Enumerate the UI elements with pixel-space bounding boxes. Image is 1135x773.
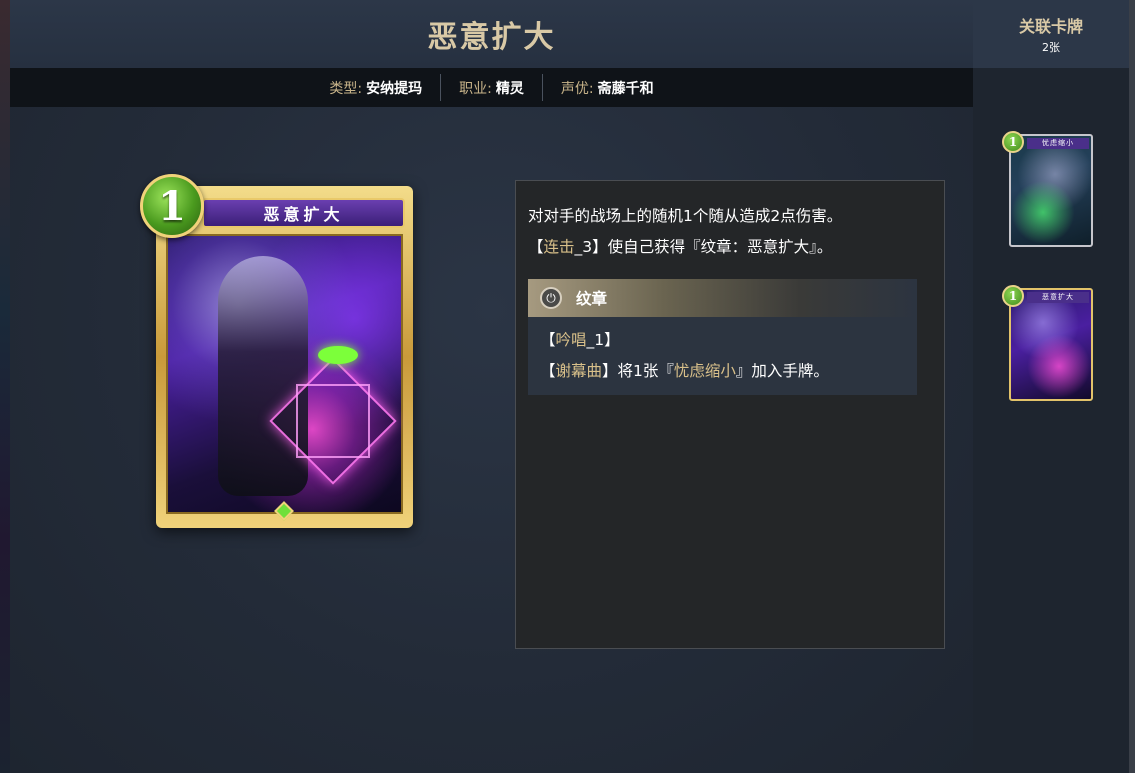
crest-line-2: 【谢幕曲】将1张『忧虑缩小』加入手牌。 (540, 356, 905, 387)
info-type: 类型: 安纳提玛 (311, 74, 440, 101)
card-cost-value: 1 (158, 182, 186, 230)
related-card-2[interactable]: 恶意扩大 1 (1002, 285, 1093, 401)
crest-title: 纹章 (576, 290, 608, 308)
keyword-card-link[interactable]: 忧虑缩小 (674, 362, 736, 380)
crest-section: ⏻ 纹章 【吟唱_1】 【谢幕曲】将1张『忧虑缩小』加入手牌。 (528, 279, 917, 395)
description-line-2-open: 【 (528, 238, 544, 256)
crest-line-2-mid: 】将1张『 (602, 362, 674, 380)
crest-header: ⏻ 纹章 (528, 279, 917, 317)
artwork-figure (218, 256, 308, 496)
crest-line-1-rest: _1】 (586, 331, 620, 349)
info-type-value: 安纳提玛 (366, 80, 423, 97)
card-cost-badge: 1 (140, 174, 204, 238)
description-line-1: 对对手的战场上的随机1个随从造成2点伤害。 (528, 201, 932, 232)
crest-line-2-open: 【 (540, 362, 556, 380)
related-cards-panel: 关联卡牌 2张 忧虑缩小 1 恶意扩大 1 (973, 0, 1135, 773)
info-voice-label: 声优: (560, 80, 594, 97)
info-class-label: 职业: (459, 80, 492, 97)
card-artwork (166, 234, 403, 514)
crest-line-1-open: 【 (540, 331, 556, 349)
related-card-2-name: 恶意扩大 (1027, 292, 1089, 303)
info-voice-value: 斋藤千和 (597, 80, 654, 97)
info-class-value: 精灵 (495, 80, 524, 97)
card-image[interactable]: 恶意扩大 1 (140, 174, 413, 528)
related-card-2-cost: 1 (1002, 285, 1024, 307)
crest-line-1: 【吟唱_1】 (540, 325, 905, 356)
related-cards-count: 2张 (1042, 41, 1060, 54)
crest-line-2-end: 』加入手牌。 (735, 362, 829, 380)
crest-icon: ⏻ (540, 287, 562, 309)
card-title: 恶意扩大 (427, 20, 556, 55)
card-name-text: 恶意扩大 (263, 205, 344, 224)
title-bar: 恶意扩大 (10, 0, 973, 68)
crest-body: 【吟唱_1】 【谢幕曲】将1张『忧虑缩小』加入手牌。 (528, 317, 917, 395)
info-type-label: 类型: (329, 80, 363, 97)
keyword-last-words[interactable]: 谢幕曲 (556, 362, 603, 380)
keyword-combo[interactable]: 连击 (544, 238, 575, 256)
card-detail-main: 恶意扩大 类型: 安纳提玛 职业: 精灵 声优: 斋藤千和 恶意扩大 1 对对手… (10, 0, 973, 773)
related-card-1[interactable]: 忧虑缩小 1 (1002, 131, 1093, 247)
related-cards-header: 关联卡牌 2张 (973, 0, 1129, 68)
card-info-bar: 类型: 安纳提玛 职业: 精灵 声优: 斋藤千和 (10, 68, 973, 107)
description-line-2: 【连击_3】使自己获得『纹章：恶意扩大』。 (528, 232, 932, 263)
related-card-1-cost: 1 (1002, 131, 1024, 153)
keyword-chant[interactable]: 吟唱 (556, 331, 587, 349)
panel-scrollbar[interactable] (1129, 0, 1135, 773)
card-name-plate: 恶意扩大 (202, 198, 405, 228)
related-cards-title: 关联卡牌 (1018, 17, 1083, 36)
description-line-2-rest: _3】使自己获得『纹章：恶意扩大』。 (574, 238, 833, 256)
description-line-1-text: 对对手的战场上的随机1个随从造成2点伤害。 (528, 207, 843, 225)
left-background-edge (0, 0, 10, 773)
info-voice: 声优: 斋藤千和 (541, 74, 672, 101)
card-description-box: 对对手的战场上的随机1个随从造成2点伤害。 【连击_3】使自己获得『纹章：恶意扩… (515, 180, 945, 649)
related-card-1-name: 忧虑缩小 (1027, 138, 1089, 149)
info-class: 职业: 精灵 (440, 74, 542, 101)
artwork-green-glow (318, 346, 358, 364)
artwork-magic-circle-inner (296, 384, 370, 458)
